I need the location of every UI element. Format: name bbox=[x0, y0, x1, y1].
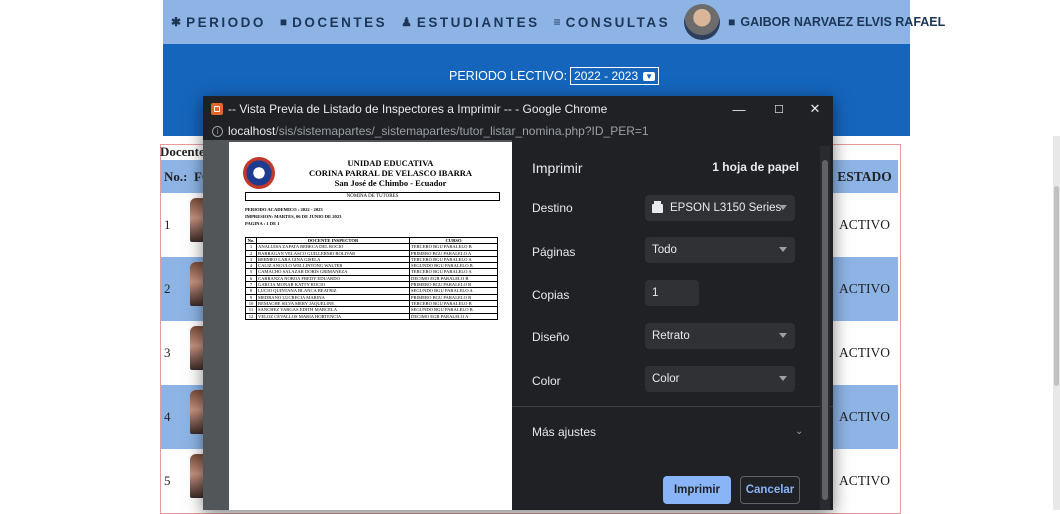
chevron-down-icon bbox=[779, 376, 787, 381]
row-number: 3 bbox=[164, 345, 171, 360]
app-favicon-icon bbox=[211, 103, 223, 115]
url-bar[interactable]: i localhost/sis/sistemapartes/_sistemapa… bbox=[203, 122, 833, 140]
maximize-button[interactable]: ☐ bbox=[763, 96, 795, 122]
paginas-value: Todo bbox=[652, 244, 677, 256]
nav-label: DOCENTES bbox=[292, 14, 388, 30]
periodo-line: PERIODO ACADEMICO : 2022 - 2023 bbox=[245, 207, 323, 212]
estado-cell: ACTIVO bbox=[839, 217, 890, 232]
chevron-down-icon: ▼ bbox=[643, 71, 656, 81]
impresion-line: IMPRESION: MARTES, 06 DE JUNIO DE 2023 bbox=[245, 214, 342, 219]
color-select[interactable]: Color bbox=[645, 366, 795, 392]
cancel-button[interactable]: Cancelar bbox=[740, 476, 800, 504]
print-settings-panel: Imprimir 1 hoja de papel Destino EPSON L… bbox=[512, 140, 833, 510]
window-title: -- Vista Previa de Listado de Inspectore… bbox=[228, 102, 608, 116]
paginas-select[interactable]: Todo bbox=[645, 237, 795, 263]
nav-docentes[interactable]: ■ DOCENTES bbox=[280, 15, 387, 30]
table-row: 12 VELOZ CEVALLOS MARIA HORTENCIA DECIMO E… bbox=[245, 312, 498, 320]
estado-cell: ACTIVO bbox=[839, 345, 890, 360]
nav-periodo[interactable]: ✱ PERIODO bbox=[171, 15, 266, 30]
destino-select[interactable]: EPSON L3150 Series bbox=[645, 195, 795, 221]
periodo-select[interactable]: 2022 - 2023 ▼ bbox=[570, 67, 660, 85]
column-header-estado: ESTADO bbox=[831, 160, 898, 193]
row-number: 1 bbox=[164, 217, 171, 232]
destino-label: Destino bbox=[532, 201, 573, 215]
periodo-value: 2022 - 2023 bbox=[574, 69, 639, 83]
curso-name: DECIMO EGB PARALELO A bbox=[409, 312, 498, 320]
nav-consultas[interactable]: ≡ CONSULTAS bbox=[554, 15, 671, 30]
briefcase-icon: ■ bbox=[728, 15, 736, 29]
nav-user[interactable]: ■ GAIBOR NARVAEZ ELVIS RAFAEL bbox=[728, 15, 945, 29]
row-number: 4 bbox=[164, 409, 171, 424]
periodo-label: PERIODO LECTIVO: bbox=[449, 69, 568, 83]
row-number: 2 bbox=[164, 281, 171, 296]
diseno-value: Retrato bbox=[652, 330, 690, 342]
color-label: Color bbox=[532, 374, 561, 388]
chevron-down-icon bbox=[779, 247, 787, 252]
avatar[interactable] bbox=[684, 4, 721, 40]
chevron-down-icon bbox=[779, 205, 787, 210]
school-line3: San José de Chimbo - Ecuador bbox=[334, 178, 447, 188]
divider bbox=[512, 406, 833, 407]
school-line1: UNIDAD EDUCATIVA bbox=[347, 158, 434, 168]
nav-label: ESTUDIANTES bbox=[416, 14, 540, 30]
nav-label: PERIODO bbox=[186, 14, 266, 30]
estado-cell: ACTIVO bbox=[831, 257, 898, 321]
periodo-selector: PERIODO LECTIVO: 2022 - 2023 ▼ bbox=[449, 67, 660, 85]
print-title: Imprimir bbox=[532, 160, 583, 176]
nomina-title: NOMINA DE TUTORES bbox=[245, 192, 500, 201]
chevron-down-icon bbox=[779, 333, 787, 338]
pagina-line: PAGINA : 1 DE 1 bbox=[245, 221, 280, 226]
row-number: 12 bbox=[245, 312, 257, 320]
estado-cell: ACTIVO bbox=[831, 385, 898, 449]
tutors-table: No. DOCENTE INSPECTOR CURSO 1 ANALUISA ZA… bbox=[245, 236, 498, 320]
diseno-select[interactable]: Retrato bbox=[645, 323, 795, 349]
url-path: /sis/sistemapartes/_sistemapartes/tutor_… bbox=[275, 124, 649, 138]
preview-page: UNIDAD EDUCATIVA CORINA PARRAL DE VELASC… bbox=[229, 142, 512, 510]
sheet-count: 1 hoja de papel bbox=[712, 160, 799, 174]
print-button[interactable]: Imprimir bbox=[663, 476, 731, 504]
nav-estudiantes[interactable]: ♟ ESTUDIANTES bbox=[401, 15, 540, 30]
info-icon[interactable]: i bbox=[212, 125, 223, 137]
close-button[interactable]: ✕ bbox=[799, 96, 831, 122]
nav-label: CONSULTAS bbox=[565, 14, 671, 30]
copias-label: Copias bbox=[532, 288, 570, 302]
print-preview-window: -- Vista Previa de Listado de Inspectore… bbox=[203, 96, 833, 510]
user-name: GAIBOR NARVAEZ ELVIS RAFAEL bbox=[740, 15, 946, 29]
url-host: localhost bbox=[228, 124, 276, 138]
minimize-button[interactable]: — bbox=[723, 96, 755, 122]
settings-scrollbar[interactable] bbox=[820, 146, 830, 510]
chevron-down-icon[interactable]: ⌄ bbox=[795, 426, 803, 437]
top-navigation: ✱ PERIODO ■ DOCENTES ♟ ESTUDIANTES ≡ CONSULT… bbox=[163, 0, 945, 44]
home-icon: ✱ bbox=[171, 15, 182, 29]
school-line2: CORINA PARRAL DE VELASCO IBARRA bbox=[308, 168, 473, 178]
page-scrollbar[interactable] bbox=[1053, 136, 1060, 510]
docente-name: VELOZ CEVALLOS MARIA HORTENCIA bbox=[256, 312, 410, 320]
row-number: 5 bbox=[164, 473, 171, 488]
color-value: Color bbox=[652, 373, 680, 385]
copias-input[interactable]: 1 bbox=[645, 280, 699, 306]
estado-cell: ACTIVO bbox=[839, 473, 890, 488]
mas-ajustes-toggle[interactable]: Más ajustes bbox=[532, 425, 596, 439]
printer-icon bbox=[652, 200, 663, 213]
print-preview-area: UNIDAD EDUCATIVA CORINA PARRAL DE VELASC… bbox=[203, 140, 512, 510]
diseno-label: Diseño bbox=[532, 330, 570, 344]
scrollbar-thumb[interactable] bbox=[822, 160, 828, 500]
scrollbar-thumb[interactable] bbox=[1054, 186, 1059, 386]
user-icon: ♟ bbox=[401, 15, 412, 29]
table-caption: Docente bbox=[160, 144, 205, 159]
col-no-label: No.: bbox=[164, 168, 188, 184]
list-icon: ≡ bbox=[553, 15, 561, 29]
paginas-label: Páginas bbox=[532, 245, 576, 259]
destino-value: EPSON L3150 Series bbox=[670, 202, 782, 214]
book-icon: ■ bbox=[279, 15, 288, 29]
